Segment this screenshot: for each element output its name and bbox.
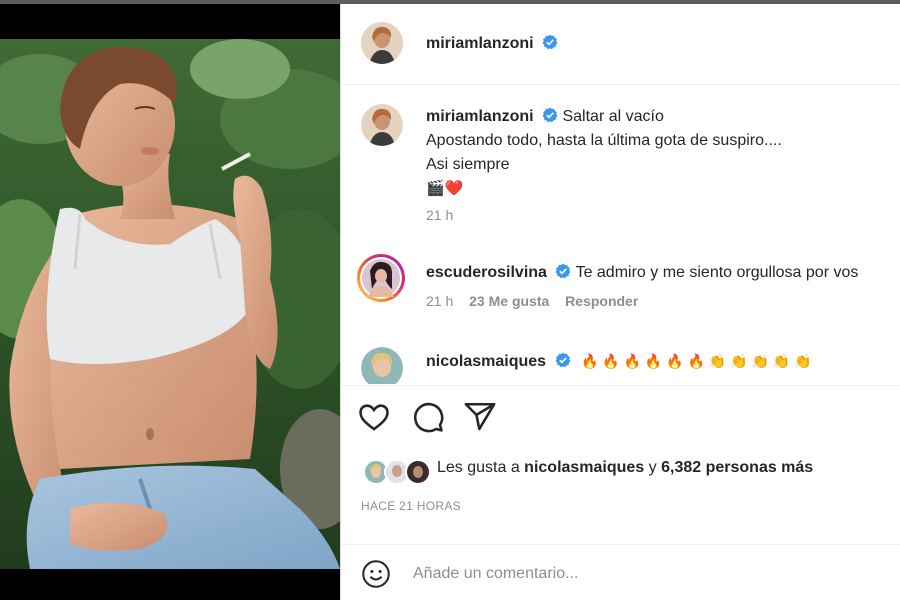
caption-first-line: miriamlanzoni Saltar al vacío: [426, 105, 886, 129]
author-name-group: miriamlanzoni: [426, 34, 558, 53]
author-avatar[interactable]: [361, 22, 403, 64]
likes-user-link[interactable]: nicolasmaiques: [524, 459, 644, 476]
add-comment-bar: [341, 544, 900, 601]
comment-avatar-nicolasmaiques[interactable]: [361, 347, 403, 384]
comment-input[interactable]: [411, 559, 885, 589]
comment-text: Te admiro y me siento orgullosa por vos: [575, 264, 859, 281]
comment-escuderosilvina: escuderosilvina Te admiro y me siento or…: [426, 261, 896, 309]
post-details-panel: miriamlanzoni miriamlanzoni Saltar al va…: [341, 4, 900, 600]
post-photo-illustration: [0, 39, 340, 569]
likes-summary: Les gusta a nicolasmaiques y 6,382 perso…: [437, 459, 813, 483]
comment-avatar-image: [362, 259, 400, 297]
comment-nicolasmaiques-clip: nicolasmaiques 🔥 🔥 🔥 🔥 🔥 🔥 👏 👏 👏 👏 👏: [341, 339, 900, 384]
caption-title: Saltar al vacío: [562, 108, 664, 125]
caption-emojis: 🎬❤️: [426, 180, 464, 197]
caption-username[interactable]: miriamlanzoni: [426, 108, 534, 125]
paper-plane-icon[interactable]: [463, 400, 497, 434]
likers-avatars[interactable]: [363, 459, 443, 485]
comment-username[interactable]: nicolasmaiques: [426, 353, 546, 370]
caption-line-1: Apostando todo, hasta la última gota de …: [426, 132, 782, 149]
caption-line-2: Asi siempre: [426, 156, 510, 173]
likes-prefix: Les gusta a: [437, 459, 525, 476]
caption-avatar-image: [361, 104, 403, 146]
heart-icon[interactable]: [357, 400, 391, 434]
caption-avatar[interactable]: [361, 104, 403, 146]
verified-badge-icon: [542, 34, 558, 50]
likers-avatar-stack: [363, 459, 431, 485]
post-photo[interactable]: [0, 39, 340, 569]
verified-badge-icon: [542, 107, 558, 123]
comment-meta: 21 h 23 Me gusta Responder: [426, 293, 896, 309]
caption-time: 21 h: [426, 207, 454, 223]
photo-letterbox-bottom: [0, 569, 340, 600]
comment-avatar-image: [361, 347, 403, 384]
verified-badge-icon: [555, 263, 571, 279]
comment-likes[interactable]: 23 Me gusta: [469, 293, 549, 309]
reply-button[interactable]: Responder: [565, 293, 638, 309]
post-photo-pane: [0, 4, 340, 600]
comments-divider: [341, 385, 900, 386]
comment-nicolasmaiques: nicolasmaiques 🔥 🔥 🔥 🔥 🔥 🔥 👏 👏 👏 👏 👏: [426, 349, 812, 374]
post-timestamp: HACE 21 HORAS: [361, 499, 461, 513]
comment-text: 🔥 🔥 🔥 🔥 🔥 🔥 👏 👏 👏 👏 👏: [580, 353, 812, 369]
post-header: miriamlanzoni: [341, 4, 900, 84]
author-username[interactable]: miriamlanzoni: [426, 35, 534, 52]
comment-body: escuderosilvina Te admiro y me siento or…: [426, 261, 896, 285]
smiley-icon[interactable]: [361, 559, 391, 589]
comment-avatar-escuderosilvina[interactable]: [357, 254, 405, 302]
header-divider: [341, 84, 900, 85]
verified-badge-icon: [555, 352, 570, 368]
likes-middle: y: [644, 459, 662, 476]
caption-block: miriamlanzoni Saltar al vacío Apostando …: [426, 105, 886, 223]
comment-time: 21 h: [426, 293, 454, 309]
avatar-image: [361, 22, 403, 64]
comment-username[interactable]: escuderosilvina: [426, 264, 547, 281]
likes-count-link[interactable]: 6,382 personas más: [661, 459, 813, 476]
photo-letterbox-top: [0, 4, 340, 39]
comment-bubble-icon[interactable]: [411, 400, 445, 434]
